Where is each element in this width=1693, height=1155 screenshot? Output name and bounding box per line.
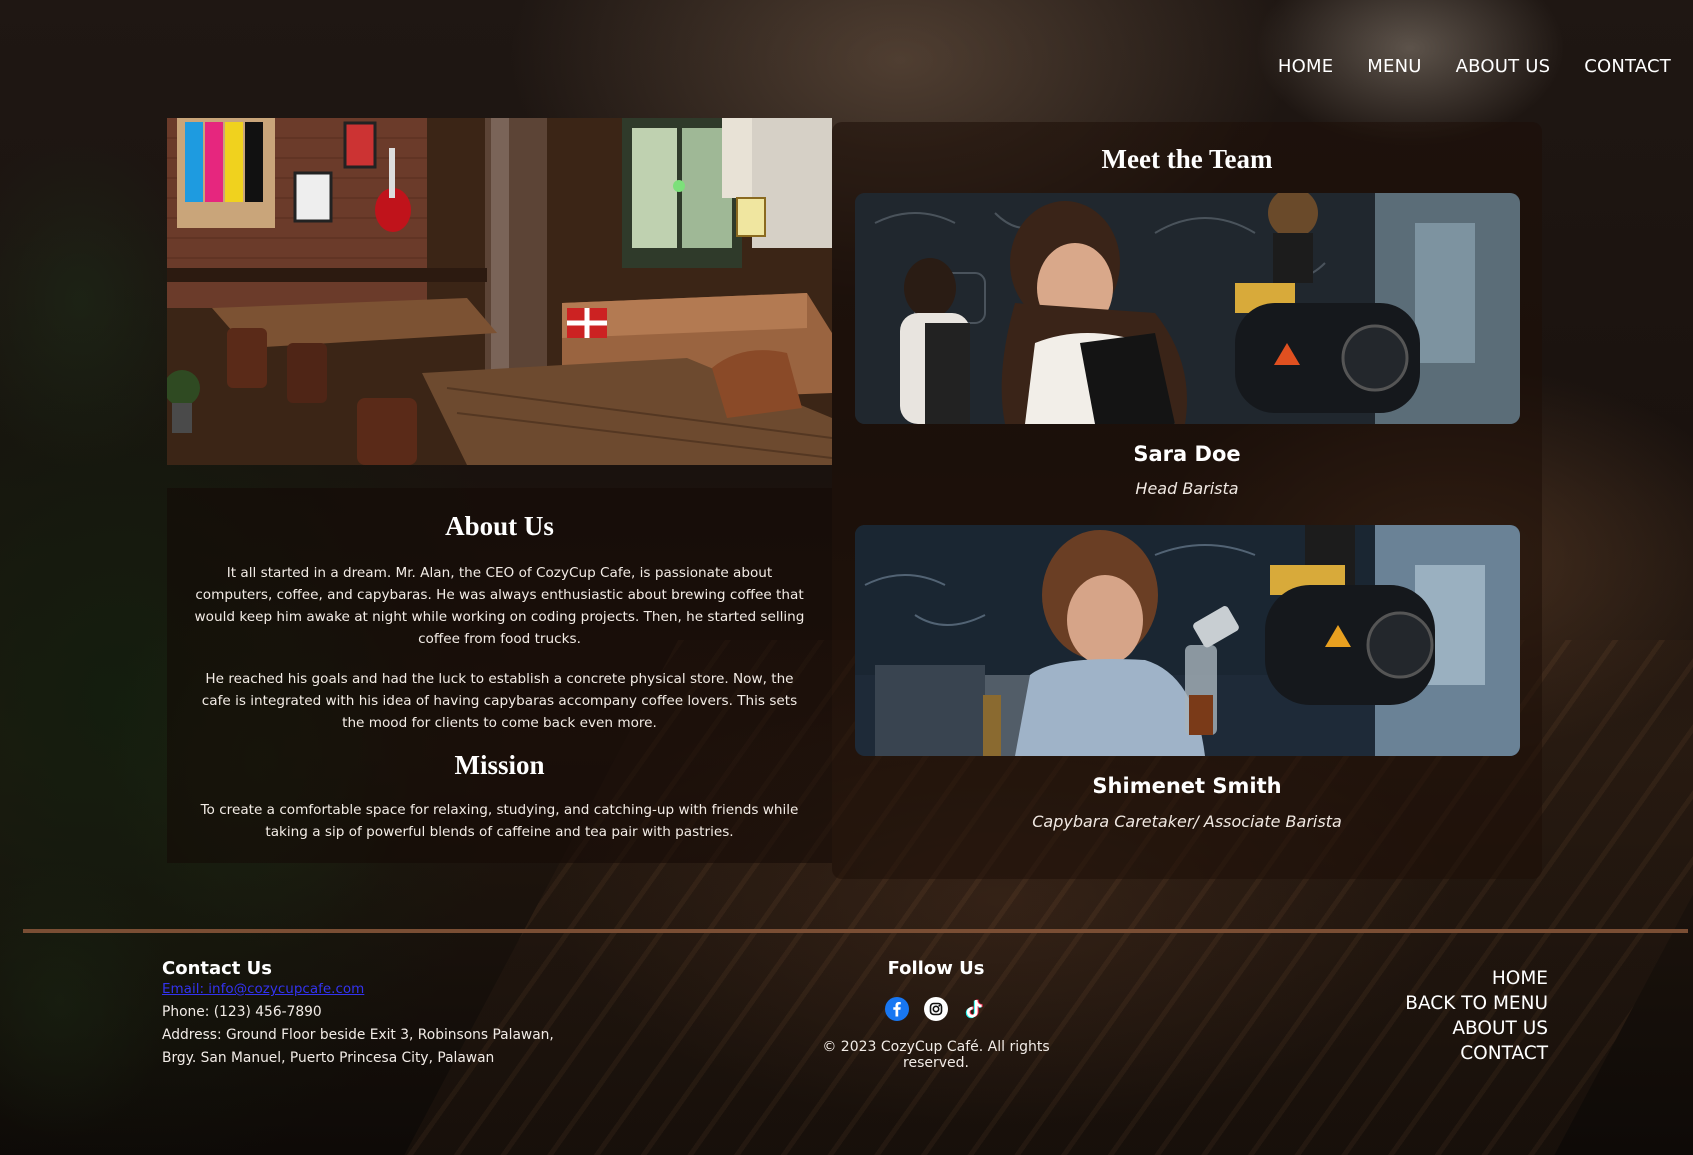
address-line-2: Brgy. San Manuel, Puerto Princesa City, …: [162, 1050, 495, 1066]
instagram-icon[interactable]: [924, 997, 948, 1021]
footer-follow-block: Follow Us © 2023 CozyCup Café. All right…: [800, 958, 1072, 1071]
meet-the-team-section: Meet the Team Sara Doe Head Barista Shim…: [832, 122, 1542, 879]
top-navigation: HOME MENU ABOUT US CONTACT: [1278, 56, 1671, 77]
footer-home-link[interactable]: HOME: [1405, 966, 1548, 991]
phone-text: Phone: (123) 456-7890: [162, 1004, 322, 1020]
about-paragraph-1: It all started in a dream. Mr. Alan, the…: [194, 565, 805, 647]
about-us-section: About Us It all started in a dream. Mr. …: [167, 488, 832, 863]
copyright-text: © 2023 CozyCup Café. All rights reserved…: [822, 1039, 1050, 1071]
follow-us-heading: Follow Us: [887, 958, 985, 979]
email-link[interactable]: Email: info@cozycupcafe.com: [162, 981, 582, 997]
cafe-interior-photo: [167, 118, 832, 465]
sara-doe-photo: [855, 193, 1520, 424]
footer-navigation: HOME BACK TO MENU ABOUT US CONTACT: [1405, 966, 1548, 1066]
social-icons: [800, 997, 1072, 1021]
footer-contact-block: Contact Us Email: info@cozycupcafe.com P…: [162, 958, 582, 1070]
nav-home-link[interactable]: HOME: [1278, 56, 1333, 77]
address-line-1: Address: Ground Floor beside Exit 3, Rob…: [162, 1027, 554, 1043]
about-us-heading: About Us: [445, 511, 554, 541]
member-name-1: Sara Doe: [1133, 442, 1241, 466]
member-name-2: Shimenet Smith: [1092, 774, 1282, 798]
facebook-icon[interactable]: [885, 997, 909, 1021]
mission-text: To create a comfortable space for relaxi…: [200, 802, 799, 840]
footer-divider: [23, 929, 1688, 933]
nav-menu-link[interactable]: MENU: [1367, 56, 1421, 77]
mission-heading: Mission: [454, 750, 545, 780]
footer-about-link[interactable]: ABOUT US: [1405, 1016, 1548, 1041]
about-paragraph-2: He reached his goals and had the luck to…: [201, 671, 798, 731]
footer-back-to-menu-link[interactable]: BACK TO MENU: [1405, 991, 1548, 1016]
member-role-1: Head Barista: [1135, 479, 1239, 498]
contact-us-heading: Contact Us: [162, 958, 273, 979]
member-role-2: Capybara Caretaker/ Associate Barista: [1032, 812, 1342, 831]
nav-about-link[interactable]: ABOUT US: [1456, 56, 1551, 77]
nav-contact-link[interactable]: CONTACT: [1584, 56, 1671, 77]
shimenet-smith-photo: [855, 525, 1520, 756]
team-heading: Meet the Team: [1101, 144, 1273, 174]
tiktok-icon[interactable]: [963, 997, 987, 1021]
footer-contact-link[interactable]: CONTACT: [1405, 1041, 1548, 1066]
